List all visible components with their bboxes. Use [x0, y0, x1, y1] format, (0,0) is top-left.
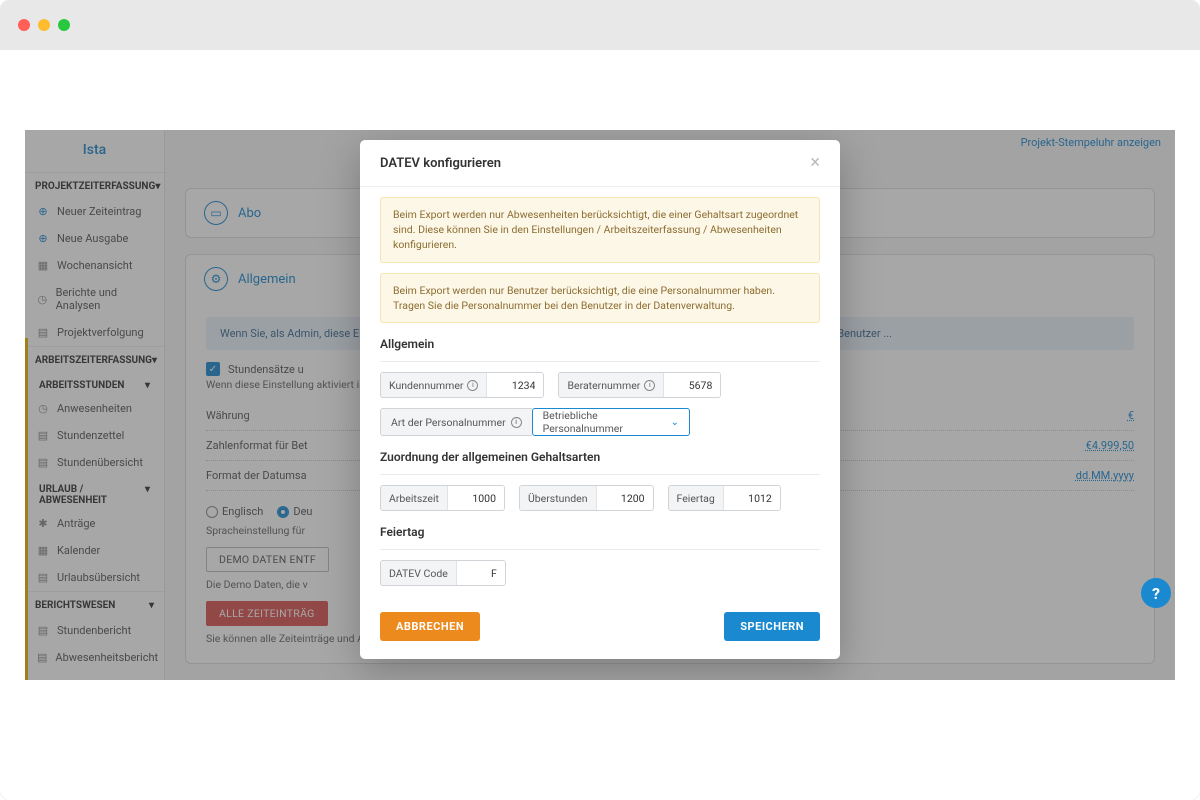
personalnummer-type-field: Art der Personalnummer i Betriebliche Per… [380, 408, 690, 436]
field-label: Überstunden [528, 492, 588, 505]
window-close-dot[interactable] [18, 19, 30, 31]
datev-code-field: DATEV Code [380, 560, 506, 586]
feiertag-assignment-input[interactable] [724, 486, 780, 510]
modal-title: DATEV konfigurieren [380, 156, 501, 171]
beraternummer-field: Beraternummer i [558, 372, 721, 398]
ueberstunden-field: Überstunden [519, 485, 654, 511]
field-label: Art der Personalnummer [391, 416, 506, 429]
info-icon[interactable]: i [511, 417, 522, 428]
field-label: Feiertag [677, 492, 715, 505]
arbeitszeit-field: Arbeitszeit [380, 485, 505, 511]
select-value: Betriebliche Personalnummer [543, 409, 671, 435]
ueberstunden-input[interactable] [597, 486, 653, 510]
abort-button[interactable]: ABBRECHEN [380, 612, 480, 641]
chevron-down-icon: ⌄ [671, 417, 679, 428]
kundennummer-input[interactable] [487, 373, 543, 397]
info-icon[interactable]: i [467, 380, 478, 391]
warning-personnel: Beim Export werden nur Benutzer berücksi… [380, 273, 820, 323]
close-icon[interactable]: × [810, 154, 820, 172]
info-icon[interactable]: i [644, 380, 655, 391]
kundennummer-field: Kundennummer i [380, 372, 544, 398]
warning-absences: Beim Export werden nur Abwesenheiten ber… [380, 197, 820, 263]
feiertag-assignment-field: Feiertag [668, 485, 781, 511]
arbeitszeit-input[interactable] [448, 486, 504, 510]
window-zoom-dot[interactable] [58, 19, 70, 31]
help-button[interactable]: ? [1141, 578, 1171, 608]
app-viewport: Ista PROJEKTZEITERFASSUNG▾ ⊕Neuer Zeitei… [25, 130, 1175, 680]
field-label: Beraternummer [567, 379, 640, 392]
window-minimize-dot[interactable] [38, 19, 50, 31]
datev-config-modal: DATEV konfigurieren × Beim Export werden… [360, 140, 840, 659]
section-allgemein-title: Allgemein [380, 337, 820, 351]
section-feiertag-title: Feiertag [380, 525, 820, 539]
browser-frame: Ista PROJEKTZEITERFASSUNG▾ ⊕Neuer Zeitei… [0, 0, 1200, 800]
datev-code-input[interactable] [457, 561, 505, 585]
beraternummer-input[interactable] [664, 373, 720, 397]
field-label: Kundennummer [389, 379, 463, 392]
field-label: DATEV Code [389, 567, 448, 580]
personalnummer-type-select[interactable]: Betriebliche Personalnummer ⌄ [532, 408, 690, 436]
section-zuordnung-title: Zuordnung der allgemeinen Gehaltsarten [380, 450, 820, 464]
save-button[interactable]: SPEICHERN [724, 612, 820, 641]
field-label: Arbeitszeit [389, 492, 439, 505]
window-title-bar [0, 0, 1200, 50]
